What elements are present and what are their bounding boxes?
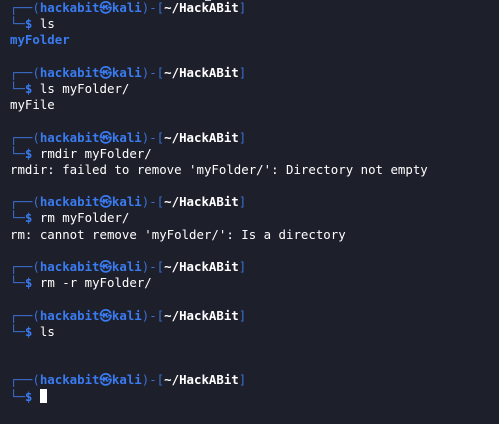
prompt-line: ┌──(hackabit㉿kali)-[~/HackABit]	[10, 259, 247, 274]
prompt-line: ┌──(hackabit㉿kali)-[~/HackABit]	[10, 307, 247, 323]
prompt-path: ~/HackABit	[164, 259, 239, 274]
skull-icon: ㉿	[99, 307, 112, 323]
command-text: rm myFolder/	[39, 210, 130, 226]
output-line: myFile	[10, 97, 55, 113]
command-text: ls	[39, 16, 55, 32]
prompt-host: kali	[111, 194, 142, 210]
command-line: └─$ rm myFolder/	[10, 210, 130, 226]
skull-icon: ㉿	[99, 259, 112, 274]
prompt-symbol: $	[24, 275, 33, 291]
prompt-host: kali	[111, 259, 142, 274]
output-line: myFolder	[10, 32, 70, 48]
prompt-path: ~/HackABit	[164, 0, 239, 15]
prompt-symbol: $	[24, 145, 33, 161]
prompt-symbol: $	[24, 323, 33, 339]
command-line: └─$ ls	[10, 16, 55, 32]
skull-icon: ㉿	[99, 372, 112, 388]
prompt-path: ~/HackABit	[164, 194, 239, 210]
prompt-symbol: $	[24, 80, 33, 96]
prompt-host: kali	[111, 0, 142, 15]
prompt-user: hackabit	[39, 129, 100, 145]
command-text: rmdir myFolder/	[39, 145, 152, 161]
prompt-line: ┌──(hackabit㉿kali)-[~/HackABit]	[10, 0, 247, 15]
skull-icon: ㉿	[99, 0, 112, 15]
command-line: └─$ ls	[10, 323, 55, 339]
prompt-user: hackabit	[39, 0, 100, 15]
skull-icon: ㉿	[99, 64, 112, 80]
prompt-line: ┌──(hackabit㉿kali)-[~/HackABit]	[10, 64, 247, 80]
prompt-user: hackabit	[39, 259, 100, 274]
command-text: ls myFolder/	[39, 80, 130, 96]
command-line: └─$ rm -r myFolder/	[10, 275, 152, 291]
text-cursor[interactable]	[39, 388, 47, 403]
command-line: └─$ rmdir myFolder/	[10, 145, 152, 161]
prompt-user: hackabit	[39, 372, 100, 388]
prompt-symbol: $	[24, 388, 33, 404]
command-text: rm -r myFolder/	[39, 275, 152, 291]
command-line: └─$ ls myFolder/	[10, 80, 130, 96]
prompt-host: kali	[111, 372, 142, 388]
prompt-path: ~/HackABit	[164, 64, 239, 80]
prompt-user: hackabit	[39, 307, 100, 323]
skull-icon: ㉿	[99, 194, 112, 210]
output-line: rmdir: failed to remove 'myFolder/': Dir…	[10, 161, 428, 177]
prompt-user: hackabit	[39, 194, 100, 210]
prompt-symbol: $	[24, 210, 33, 226]
skull-icon: ㉿	[99, 129, 112, 145]
prompt-host: kali	[111, 307, 142, 323]
prompt-host: kali	[111, 129, 142, 145]
prompt-line: ┌──(hackabit㉿kali)-[~/HackABit]	[10, 372, 247, 388]
output-line: rm: cannot remove 'myFolder/': Is a dire…	[10, 226, 346, 242]
prompt-path: ~/HackABit	[164, 307, 239, 323]
prompt-line: ┌──(hackabit㉿kali)-[~/HackABit]	[10, 194, 247, 210]
active-command-line[interactable]: └─$	[10, 388, 495, 405]
prompt-path: ~/HackABit	[164, 129, 239, 145]
prompt-line: ┌──(hackabit㉿kali)-[~/HackABit]	[10, 129, 247, 145]
command-text: ls	[39, 323, 55, 339]
prompt-host: kali	[111, 64, 142, 80]
prompt-symbol: $	[24, 16, 33, 32]
prompt-path: ~/HackABit	[164, 372, 239, 388]
terminal-output[interactable]: ┌──(hackabit㉿kali)-[~/HackABit] └─$ ls m…	[10, 0, 495, 405]
prompt-user: hackabit	[39, 64, 100, 80]
